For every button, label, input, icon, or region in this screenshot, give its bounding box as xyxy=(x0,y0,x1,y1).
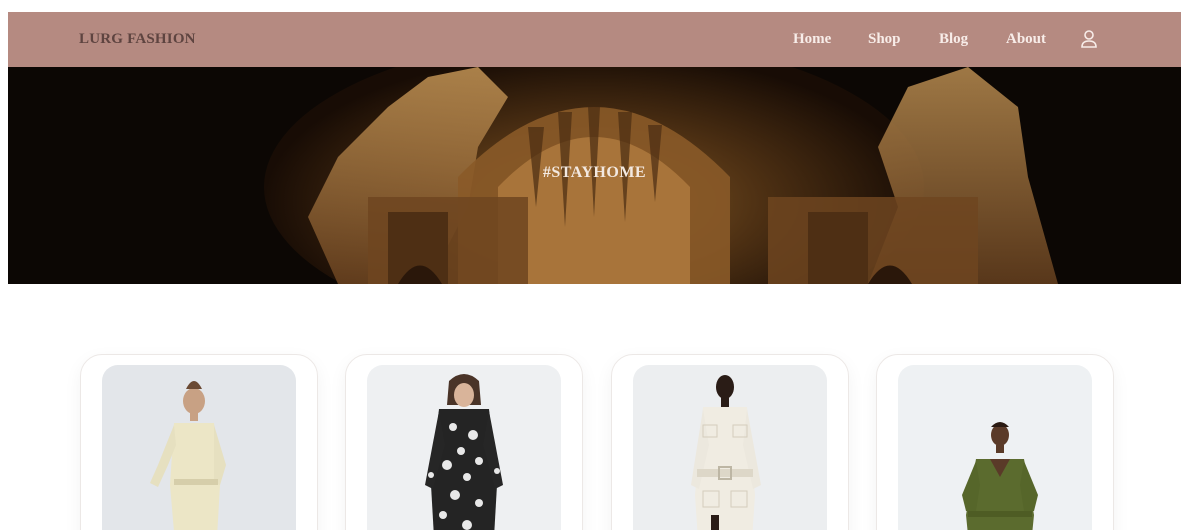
product-card[interactable] xyxy=(876,354,1114,530)
product-card[interactable] xyxy=(345,354,583,530)
product-card[interactable] xyxy=(611,354,849,530)
product-image[interactable] xyxy=(367,365,561,530)
user-icon[interactable] xyxy=(1080,29,1098,49)
brand-logo[interactable]: LURG FASHION xyxy=(79,12,196,67)
product-image[interactable] xyxy=(898,365,1092,530)
product-image[interactable] xyxy=(633,365,827,530)
nav-about[interactable]: About xyxy=(1006,12,1046,67)
nav-home[interactable]: Home xyxy=(793,12,831,67)
top-navbar: LURG FASHION Home Shop Blog About xyxy=(8,12,1181,67)
hero-title: #STAYHOME xyxy=(542,164,647,181)
product-card[interactable] xyxy=(80,354,318,530)
nav-shop[interactable]: Shop xyxy=(868,12,901,67)
product-image[interactable] xyxy=(102,365,296,530)
nav-blog[interactable]: Blog xyxy=(939,12,968,67)
hero-banner: #STAYHOME xyxy=(8,67,1181,284)
